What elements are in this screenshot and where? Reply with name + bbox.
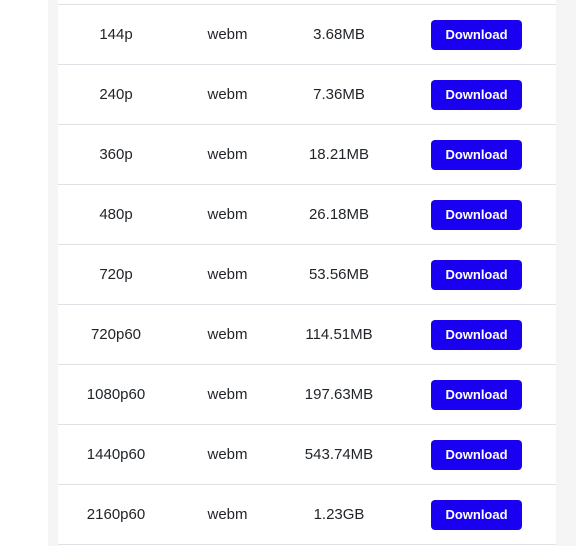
table-row: 720p60 webm 114.51MB Download bbox=[58, 304, 556, 365]
cell-action: Download bbox=[397, 484, 556, 545]
page-gutter-right bbox=[556, 0, 576, 546]
cell-size: 18.21MB bbox=[281, 124, 397, 185]
cell-size: 53.56MB bbox=[281, 244, 397, 305]
cell-quality: 1440p60 bbox=[58, 424, 174, 485]
cell-format: webm bbox=[174, 484, 281, 545]
table-row: 1440p60 webm 543.74MB Download bbox=[58, 424, 556, 485]
download-button[interactable]: Download bbox=[431, 379, 522, 410]
download-button[interactable]: Download bbox=[431, 319, 522, 350]
table-row: 1080p60 webm 197.63MB Download bbox=[58, 364, 556, 425]
download-button[interactable]: Download bbox=[431, 499, 522, 530]
cell-format: webm bbox=[174, 424, 281, 485]
cell-size: 7.36MB bbox=[281, 64, 397, 125]
cell-quality: 720p bbox=[58, 244, 174, 305]
table-body: 144p webm 3.68MB Download 240p webm 7.36MB Down… bbox=[58, 4, 556, 545]
download-button[interactable]: Download bbox=[431, 439, 522, 470]
cell-quality: 480p bbox=[58, 184, 174, 245]
cell-quality: 240p bbox=[58, 64, 174, 125]
download-button[interactable]: Download bbox=[431, 199, 522, 230]
download-button[interactable]: Download bbox=[431, 259, 522, 290]
formats-card: 144p webm 3.68MB Download 240p webm 7.36MB Down… bbox=[58, 0, 556, 546]
cell-quality: 2160p60 bbox=[58, 484, 174, 545]
page-root: 144p webm 3.68MB Download 240p webm 7.36MB Down… bbox=[0, 0, 576, 546]
download-button[interactable]: Download bbox=[431, 139, 522, 170]
table-row: 2160p60 webm 1.23GB Download bbox=[58, 484, 556, 545]
cell-format: webm bbox=[174, 64, 281, 125]
cell-size: 114.51MB bbox=[281, 304, 397, 365]
page-gutter-left bbox=[48, 0, 58, 546]
cell-quality: 1080p60 bbox=[58, 364, 174, 425]
cell-action: Download bbox=[397, 244, 556, 305]
cell-action: Download bbox=[397, 424, 556, 485]
cell-format: webm bbox=[174, 244, 281, 305]
cell-action: Download bbox=[397, 64, 556, 125]
cell-format: webm bbox=[174, 4, 281, 65]
cell-format: webm bbox=[174, 184, 281, 245]
cell-action: Download bbox=[397, 304, 556, 365]
download-button[interactable]: Download bbox=[431, 19, 522, 50]
cell-action: Download bbox=[397, 184, 556, 245]
cell-size: 26.18MB bbox=[281, 184, 397, 245]
cell-quality: 144p bbox=[58, 4, 174, 65]
download-formats-table: 144p webm 3.68MB Download 240p webm 7.36MB Down… bbox=[58, 4, 556, 545]
table-row: 720p webm 53.56MB Download bbox=[58, 244, 556, 305]
cell-quality: 720p60 bbox=[58, 304, 174, 365]
cell-size: 3.68MB bbox=[281, 4, 397, 65]
cell-format: webm bbox=[174, 304, 281, 365]
table-row: 480p webm 26.18MB Download bbox=[58, 184, 556, 245]
table-row: 360p webm 18.21MB Download bbox=[58, 124, 556, 185]
cell-size: 543.74MB bbox=[281, 424, 397, 485]
cell-quality: 360p bbox=[58, 124, 174, 185]
table-row: 144p webm 3.68MB Download bbox=[58, 4, 556, 65]
cell-size: 1.23GB bbox=[281, 484, 397, 545]
table-row: 240p webm 7.36MB Download bbox=[58, 64, 556, 125]
cell-format: webm bbox=[174, 124, 281, 185]
download-button[interactable]: Download bbox=[431, 79, 522, 110]
cell-size: 197.63MB bbox=[281, 364, 397, 425]
cell-action: Download bbox=[397, 4, 556, 65]
cell-action: Download bbox=[397, 364, 556, 425]
cell-action: Download bbox=[397, 124, 556, 185]
cell-format: webm bbox=[174, 364, 281, 425]
